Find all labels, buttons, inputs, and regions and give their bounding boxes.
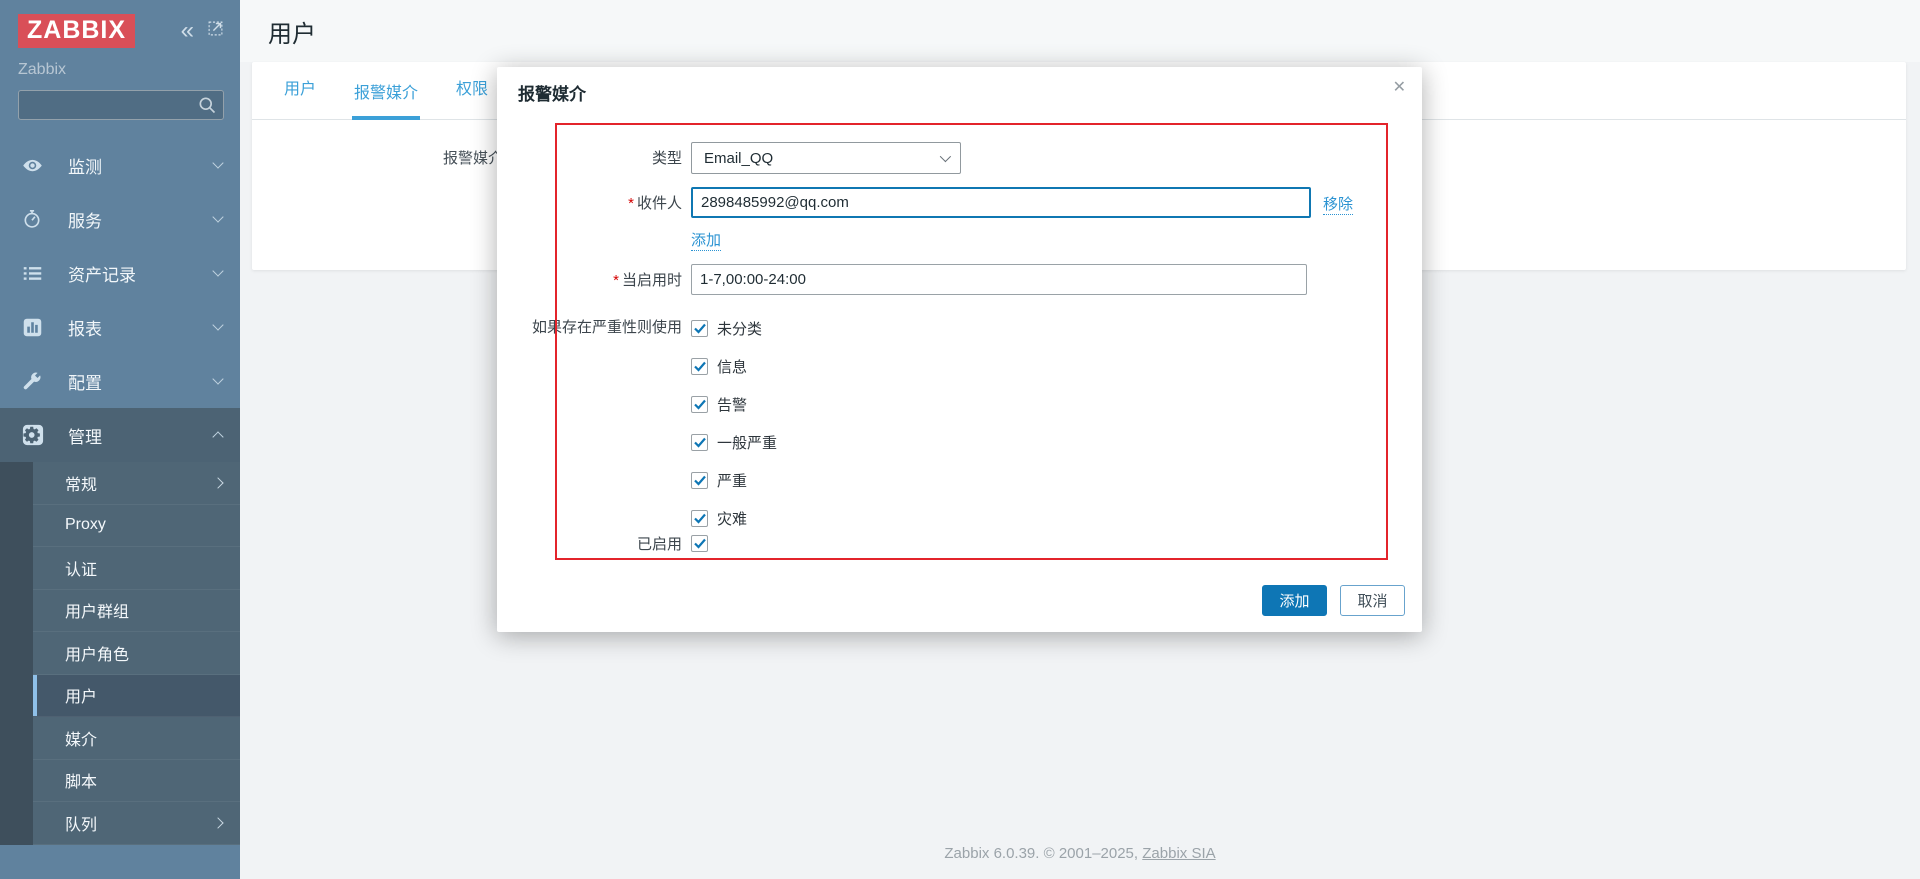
main-content: 用户 用户 报警媒介 权限 报警媒介 报警媒介 ✕ 类型 [240,0,1920,879]
search-icon [197,95,217,120]
severity-checkbox-row[interactable]: 一般严重 [691,432,777,453]
when-active-label: 当启用时 [622,272,682,289]
server-name: Zabbix [0,48,240,79]
when-active-input[interactable] [691,264,1307,295]
checkbox-checked[interactable] [691,320,708,337]
severity-checkbox-row[interactable]: 灾难 [691,508,777,529]
search-input[interactable] [18,90,224,120]
sidebar-menu-item[interactable]: 监测 [0,138,240,192]
chevron-icon [212,157,223,168]
reports-chart-icon [22,316,44,338]
stopwatch-icon [22,208,44,230]
logo-row: ZABBIX « [0,0,240,48]
severity-checkbox-row[interactable]: 信息 [691,356,777,377]
sidebar: ZABBIX « Zabbix 监测 服务 [0,0,240,879]
chevron-icon [212,265,223,276]
sidebar-menu-item[interactable]: 资产记录 [0,246,240,300]
sidebar-menu-item[interactable]: 服务 [0,192,240,246]
sidebar-submenu-item[interactable]: 队列 [33,802,240,845]
sidebar-menu-item[interactable]: 配置 [0,354,240,408]
expand-fullscreen-icon[interactable] [207,20,224,42]
chevron-icon [212,431,223,442]
background-media-label: 报警媒介 [443,147,503,168]
tab[interactable]: 报警媒介 [352,79,420,120]
sidebar-submenu: 常规 Proxy 认证 用户群组 用户角色 [0,462,240,845]
chevron-icon [212,211,223,222]
severity-checkbox-list: 未分类 信息 告警 [691,318,777,529]
enabled-label: 已启用 [497,536,682,553]
close-icon[interactable]: ✕ [1393,77,1406,97]
tab[interactable]: 权限 [454,75,490,120]
chevron-down-icon [940,151,951,162]
checkbox-checked[interactable] [691,472,708,489]
sidebar-footer-strip [0,845,240,879]
checkbox-checked[interactable] [691,535,708,552]
cancel-button[interactable]: 取消 [1340,585,1405,616]
sidebar-submenu-item[interactable]: Proxy [33,505,240,548]
sidebar-menu-item[interactable]: 报表 [0,300,240,354]
chevron-icon [212,373,223,384]
sidebar-submenu-item[interactable]: 认证 [33,547,240,590]
chevron-icon [212,319,223,330]
sidebar-submenu-item[interactable]: 用户 [33,675,240,718]
checkbox-checked[interactable] [691,510,708,527]
sidebar-submenu-item[interactable]: 用户群组 [33,590,240,633]
sidebar-menu: 监测 服务 资产记录 报表 配置 [0,138,240,462]
sendto-label: 收件人 [637,195,682,212]
type-select[interactable]: Email_QQ [691,142,961,174]
eye-icon [22,154,44,176]
add-recipient-link[interactable]: 添加 [691,229,721,251]
tab[interactable]: 用户 [282,75,318,120]
page-title: 用户 [268,14,316,49]
type-label: 类型 [497,150,682,167]
checkbox-checked[interactable] [691,396,708,413]
zabbix-sia-link[interactable]: Zabbix SIA [1142,845,1215,862]
chevron-icon [212,477,223,488]
chevron-icon [212,817,223,828]
page-header [240,0,1920,62]
page-footer: Zabbix 6.0.39. © 2001–2025, Zabbix SIA [240,845,1920,862]
checkbox-checked[interactable] [691,434,708,451]
required-asterisk: * [613,272,619,289]
sendto-input[interactable] [691,187,1311,218]
required-asterisk: * [628,195,634,212]
sidebar-submenu-item[interactable]: 媒介 [33,717,240,760]
inventory-list-icon [22,262,44,284]
sidebar-submenu-item[interactable]: 常规 [33,462,240,505]
checkbox-checked[interactable] [691,358,708,375]
severity-label: 如果存在严重性则使用 [497,319,682,336]
zabbix-logo: ZABBIX [18,14,135,48]
alert-media-dialog: 报警媒介 ✕ 类型 Email_QQ *收件人 移除 添加 *当启用时 如果存在… [497,67,1422,632]
dialog-title: 报警媒介 [518,80,586,105]
gear-icon [22,424,44,446]
wrench-icon [22,370,44,392]
severity-checkbox-row[interactable]: 未分类 [691,318,777,339]
collapse-sidebar-icon[interactable]: « [181,22,194,40]
severity-checkbox-row[interactable]: 告警 [691,394,777,415]
sidebar-submenu-item[interactable]: 脚本 [33,760,240,803]
enabled-checkbox-row[interactable] [691,535,708,552]
remove-link[interactable]: 移除 [1323,193,1353,215]
sidebar-menu-item[interactable]: 管理 [0,408,240,462]
severity-checkbox-row[interactable]: 严重 [691,470,777,491]
add-button[interactable]: 添加 [1262,585,1327,616]
sidebar-submenu-item[interactable]: 用户角色 [33,632,240,675]
